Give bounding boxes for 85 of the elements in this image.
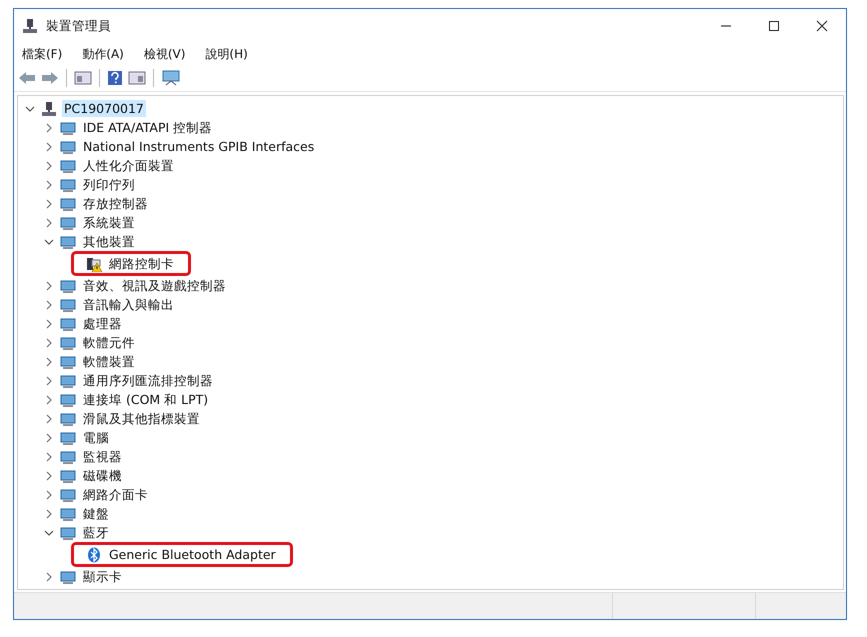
tree-item[interactable]: 系統裝置	[81, 214, 137, 231]
back-arrow-icon[interactable]	[18, 71, 36, 85]
chevron-right-icon[interactable]	[44, 198, 54, 208]
tree-item[interactable]: 處理器	[81, 315, 124, 332]
device-icon	[60, 568, 76, 584]
menu-item[interactable]: 說明(H)	[203, 46, 250, 62]
tree-item[interactable]: 顯示卡	[81, 568, 124, 585]
device-icon	[60, 392, 76, 408]
device-icon	[60, 278, 76, 294]
tree-item[interactable]: 滑鼠及其他指標裝置	[81, 410, 202, 427]
device-icon	[60, 486, 76, 502]
window-title: 裝置管理員	[46, 18, 112, 34]
chevron-right-icon[interactable]	[44, 180, 54, 190]
tree-item[interactable]: 其他裝置	[81, 233, 137, 250]
tree-item[interactable]: 網路控制卡	[107, 255, 176, 272]
tree-item[interactable]: 監視器	[81, 448, 124, 465]
panel-icon[interactable]	[74, 71, 92, 85]
help-icon[interactable]	[107, 70, 123, 86]
chevron-right-icon[interactable]	[44, 318, 54, 328]
tree-item[interactable]: 存放控制器	[81, 195, 150, 212]
chevron-right-icon[interactable]	[44, 160, 54, 170]
device-icon	[60, 120, 76, 136]
device-icon	[60, 410, 76, 426]
forward-arrow-icon[interactable]	[41, 71, 59, 85]
device-icon	[60, 334, 76, 350]
tree-item[interactable]: 軟體元件	[81, 334, 137, 351]
chevron-right-icon[interactable]	[44, 376, 54, 386]
menu-item[interactable]: 動作(A)	[80, 46, 126, 62]
device-icon	[60, 316, 76, 332]
chevron-right-icon[interactable]	[44, 280, 54, 290]
tree-item[interactable]: Generic Bluetooth Adapter	[107, 546, 278, 563]
chevron-right-icon[interactable]	[44, 508, 54, 518]
chevron-right-icon[interactable]	[44, 432, 54, 442]
tree-item[interactable]: 通用序列匯流排控制器	[81, 372, 215, 389]
chevron-right-icon[interactable]	[44, 218, 54, 228]
chevron-down-icon[interactable]	[44, 236, 54, 246]
tree-item[interactable]: 音效、視訊及遊戲控制器	[81, 277, 228, 294]
tree-item[interactable]: 網路介面卡	[81, 486, 150, 503]
monitor-icon[interactable]	[161, 70, 181, 86]
device-icon	[60, 372, 76, 388]
tree-item[interactable]: 列印佇列	[81, 176, 137, 193]
tree-item[interactable]: 人性化介面裝置	[81, 157, 176, 174]
device-icon	[60, 430, 76, 446]
chevron-right-icon[interactable]	[44, 414, 54, 424]
panel-icon[interactable]	[128, 71, 146, 85]
tree-item[interactable]: National Instruments GPIB Interfaces	[81, 138, 316, 155]
device-icon	[60, 214, 76, 230]
chevron-right-icon[interactable]	[44, 338, 54, 348]
chevron-right-icon[interactable]	[44, 300, 54, 310]
chevron-down-icon[interactable]	[25, 104, 35, 114]
tree-item[interactable]: 鍵盤	[81, 505, 111, 522]
tree-item[interactable]: IDE ATA/ATAPI 控制器	[81, 119, 214, 136]
chevron-right-icon[interactable]	[44, 572, 54, 582]
chevron-right-icon[interactable]	[44, 470, 54, 480]
chevron-right-icon[interactable]	[44, 122, 54, 132]
tree-item[interactable]: 軟體裝置	[81, 353, 137, 370]
device-icon	[60, 176, 76, 192]
device-icon	[60, 296, 76, 312]
device-icon	[60, 448, 76, 464]
chevron-right-icon[interactable]	[44, 452, 54, 462]
device-icon	[60, 158, 76, 174]
tree-item[interactable]: 電腦	[81, 429, 111, 446]
chevron-right-icon[interactable]	[44, 356, 54, 366]
maximize-icon	[768, 20, 780, 32]
menu-item[interactable]: 檔案(F)	[20, 46, 64, 62]
chevron-down-icon[interactable]	[44, 528, 54, 538]
device-icon	[60, 234, 76, 250]
tree-item[interactable]: 連接埠 (COM 和 LPT)	[81, 391, 210, 408]
tree-item[interactable]: PC19070017	[62, 100, 146, 117]
menu-item[interactable]: 檢視(V)	[142, 46, 188, 62]
device-icon	[60, 354, 76, 370]
tree-item[interactable]: 音訊輸入與輸出	[81, 296, 176, 313]
computer-icon	[41, 100, 57, 116]
device-icon	[60, 138, 76, 154]
tree-item[interactable]: 磁碟機	[81, 467, 124, 484]
chevron-right-icon[interactable]	[44, 394, 54, 404]
close-icon	[816, 20, 828, 32]
device-icon	[60, 468, 76, 484]
chevron-right-icon[interactable]	[44, 142, 54, 152]
device-icon	[60, 196, 76, 212]
tree-item[interactable]: 藍牙	[81, 524, 111, 541]
computer-icon	[22, 18, 38, 34]
device-icon	[60, 524, 76, 540]
device-icon	[60, 506, 76, 522]
chevron-right-icon[interactable]	[44, 490, 54, 500]
